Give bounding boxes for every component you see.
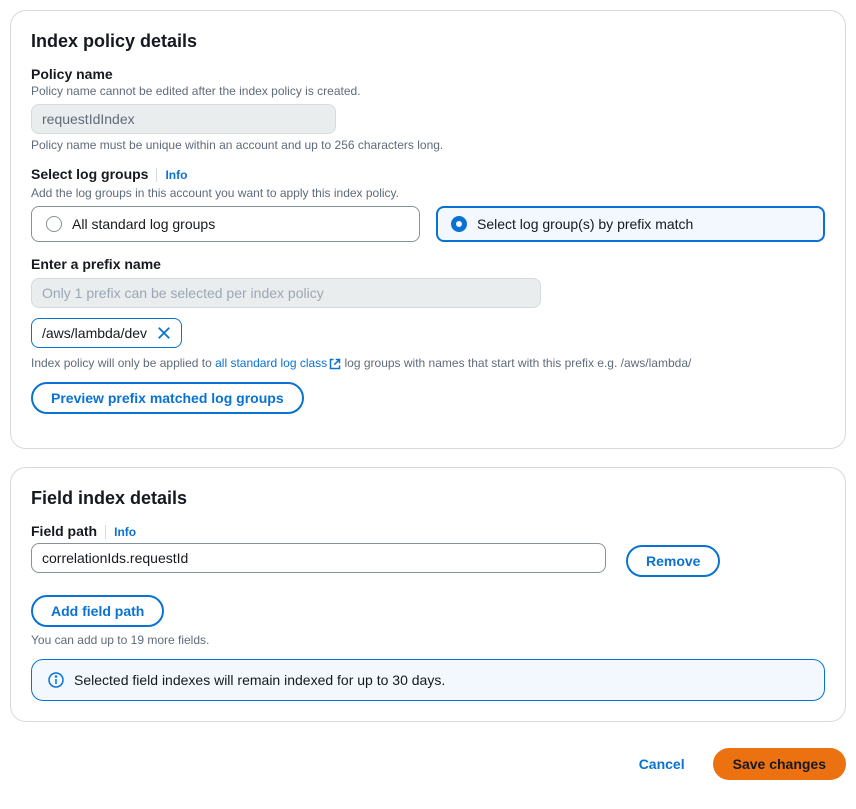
policy-name-label: Policy name bbox=[31, 66, 825, 82]
info-icon bbox=[48, 672, 64, 688]
preview-prefix-button[interactable]: Preview prefix matched log groups bbox=[31, 382, 304, 414]
prefix-token-value: /aws/lambda/dev bbox=[42, 325, 147, 341]
external-link-icon bbox=[329, 358, 341, 370]
panel-title: Index policy details bbox=[31, 31, 825, 52]
info-box: Selected field indexes will remain index… bbox=[31, 659, 825, 701]
prefix-group: Enter a prefix name /aws/lambda/dev Inde… bbox=[31, 256, 825, 414]
prefix-note: Index policy will only be applied to all… bbox=[31, 356, 825, 370]
policy-name-group: Policy name Policy name cannot be edited… bbox=[31, 66, 825, 152]
radio-prefix-label: Select log group(s) by prefix match bbox=[477, 216, 693, 232]
radio-circle-icon bbox=[451, 216, 467, 232]
prefix-note-link-text: all standard log class bbox=[215, 356, 327, 370]
field-path-label: Field path bbox=[31, 523, 97, 539]
prefix-token: /aws/lambda/dev bbox=[31, 318, 182, 348]
select-log-groups-label: Select log groups bbox=[31, 166, 148, 182]
prefix-note-after: log groups with names that start with th… bbox=[341, 356, 691, 370]
panel-title: Field index details bbox=[31, 488, 825, 509]
radio-all-log-groups[interactable]: All standard log groups bbox=[31, 206, 420, 242]
footer-actions: Cancel Save changes bbox=[10, 740, 846, 788]
cancel-button[interactable]: Cancel bbox=[621, 748, 703, 780]
index-policy-details-panel: Index policy details Policy name Policy … bbox=[10, 10, 846, 449]
select-log-groups-sublabel: Add the log groups in this account you w… bbox=[31, 186, 825, 200]
info-box-text: Selected field indexes will remain index… bbox=[74, 672, 445, 688]
prefix-note-before: Index policy will only be applied to bbox=[31, 356, 215, 370]
remove-field-button[interactable]: Remove bbox=[626, 545, 720, 577]
all-standard-log-class-link[interactable]: all standard log class bbox=[215, 356, 341, 370]
field-path-info-link[interactable]: Info bbox=[105, 525, 136, 539]
prefix-label: Enter a prefix name bbox=[31, 256, 825, 272]
radio-all-label: All standard log groups bbox=[72, 216, 215, 232]
field-index-details-panel: Field index details Field path Info Remo… bbox=[10, 467, 846, 722]
policy-name-input bbox=[31, 104, 336, 134]
radio-circle-icon bbox=[46, 216, 62, 232]
radio-prefix-match[interactable]: Select log group(s) by prefix match bbox=[436, 206, 825, 242]
field-path-hint: You can add up to 19 more fields. bbox=[31, 633, 825, 647]
close-icon[interactable] bbox=[157, 326, 171, 340]
prefix-input[interactable] bbox=[31, 278, 541, 308]
save-changes-button[interactable]: Save changes bbox=[713, 748, 846, 780]
policy-name-hint: Policy name must be unique within an acc… bbox=[31, 138, 825, 152]
policy-name-sublabel: Policy name cannot be edited after the i… bbox=[31, 84, 825, 98]
select-log-groups-group: Select log groups Info Add the log group… bbox=[31, 166, 825, 242]
field-path-input[interactable] bbox=[31, 543, 606, 573]
add-field-path-button[interactable]: Add field path bbox=[31, 595, 164, 627]
select-log-groups-info-link[interactable]: Info bbox=[156, 168, 187, 182]
